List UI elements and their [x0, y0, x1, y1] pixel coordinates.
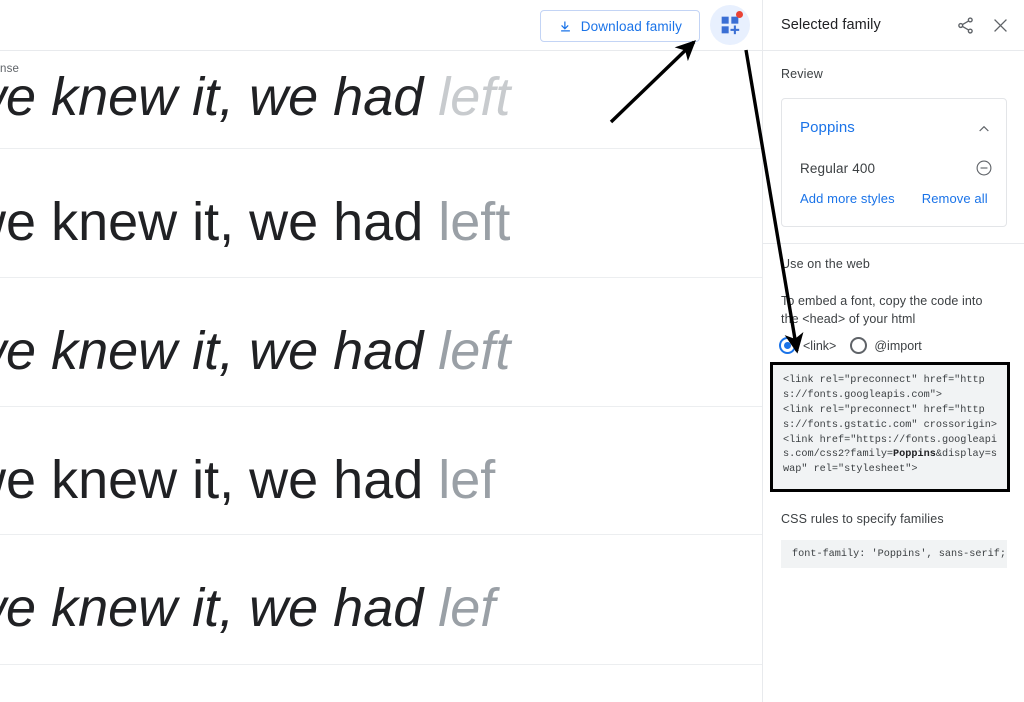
font-specimen-page: Download family nse e we knew it, we had…	[0, 0, 1024, 702]
css-rule-text: font-family: 'Poppins', sans-serif;	[792, 548, 1006, 560]
license-label-fragment: nse	[0, 63, 20, 75]
specimen-row[interactable]: e we knew it, we had left + Select this …	[0, 149, 762, 278]
radio-mark-selected	[779, 337, 796, 354]
grid-plus-icon	[721, 16, 740, 35]
specimen-text-dark: e we knew it, we had	[0, 192, 424, 252]
add-more-styles-link[interactable]: Add more styles	[800, 191, 895, 206]
specimen-text-fade: left	[438, 67, 511, 127]
code-line-2: <link rel="preconnect" href="https://fon…	[783, 404, 997, 431]
css-rules-label: CSS rules to specify families	[781, 512, 944, 526]
radio-mark-unselected	[850, 337, 868, 354]
specimen-text: e we knew it, we had left	[0, 195, 510, 249]
use-on-web-label: Use on the web	[781, 257, 870, 271]
review-label: Review	[781, 67, 823, 81]
embed-code-block[interactable]: <link rel="preconnect" href="https://fon…	[773, 365, 1007, 489]
specimen-text-fade: lef	[438, 450, 496, 510]
specimen-text-fade: left	[438, 192, 511, 252]
chevron-up-icon[interactable]	[976, 121, 992, 137]
specimen-text-dark: e we knew it, we had	[0, 578, 424, 638]
style-label: Regular 400	[800, 161, 876, 176]
specimen-row[interactable]: e we knew it, we had lef – Remove this s…	[0, 407, 762, 535]
specimen-pane: Download family nse e we knew it, we had…	[0, 0, 762, 702]
selected-families-button[interactable]	[710, 5, 750, 45]
specimen-row[interactable]: e we knew it, we had lef + Select this s…	[0, 535, 762, 665]
download-icon	[560, 21, 570, 31]
family-name-link[interactable]: Poppins	[800, 119, 855, 136]
share-icon[interactable]	[956, 16, 975, 35]
panel-title: Selected family	[781, 17, 881, 33]
radio-option-import[interactable]: @import	[850, 337, 922, 354]
radio-label: <link>	[803, 338, 837, 353]
specimen-text-fade: left	[438, 321, 511, 381]
specimen-row[interactable]: e we knew it, we had left	[0, 52, 762, 149]
minus-circle-icon[interactable]	[975, 159, 993, 177]
specimen-text-dark: e we knew it, we had	[0, 321, 424, 381]
selected-family-panel: Selected family Review Poppins Regular 4…	[762, 0, 1024, 702]
specimen-text: e we knew it, we had left	[0, 324, 510, 378]
specimen-text: e we knew it, we had lef	[0, 453, 495, 507]
specimen-text: e we knew it, we had lef	[0, 581, 495, 635]
embed-method-radio-group: <link> @import	[779, 337, 922, 354]
radio-option-link[interactable]: <link>	[779, 337, 836, 354]
embed-code-highlight: <link rel="preconnect" href="https://fon…	[770, 362, 1010, 492]
radio-label: @import	[874, 338, 922, 353]
download-family-label: Download family	[580, 18, 682, 34]
specimen-toolbar: Download family	[0, 0, 762, 51]
download-family-button[interactable]: Download family	[539, 10, 700, 42]
selected-family-card: Poppins Regular 400 Add more styles Remo…	[781, 98, 1007, 227]
close-icon[interactable]	[991, 16, 1010, 35]
specimen-row[interactable]: e we knew it, we had left + Select this …	[0, 278, 762, 407]
embed-description: To embed a font, copy the code into the …	[781, 294, 983, 327]
specimen-text-dark: e we knew it, we had	[0, 67, 424, 127]
code-family-name: Poppins	[893, 449, 936, 461]
panel-divider	[763, 243, 1024, 244]
code-line-1: <link rel="preconnect" href="https://fon…	[783, 375, 985, 401]
css-rule-code-box[interactable]: font-family: 'Poppins', sans-serif;	[781, 540, 1007, 568]
remove-all-link[interactable]: Remove all	[922, 191, 988, 206]
panel-header: Selected family	[763, 0, 1024, 51]
specimen-text-fade: lef	[438, 578, 496, 638]
specimen-text-dark: e we knew it, we had	[0, 450, 424, 510]
specimen-text: e we knew it, we had left	[0, 70, 510, 124]
notification-badge	[736, 11, 743, 18]
